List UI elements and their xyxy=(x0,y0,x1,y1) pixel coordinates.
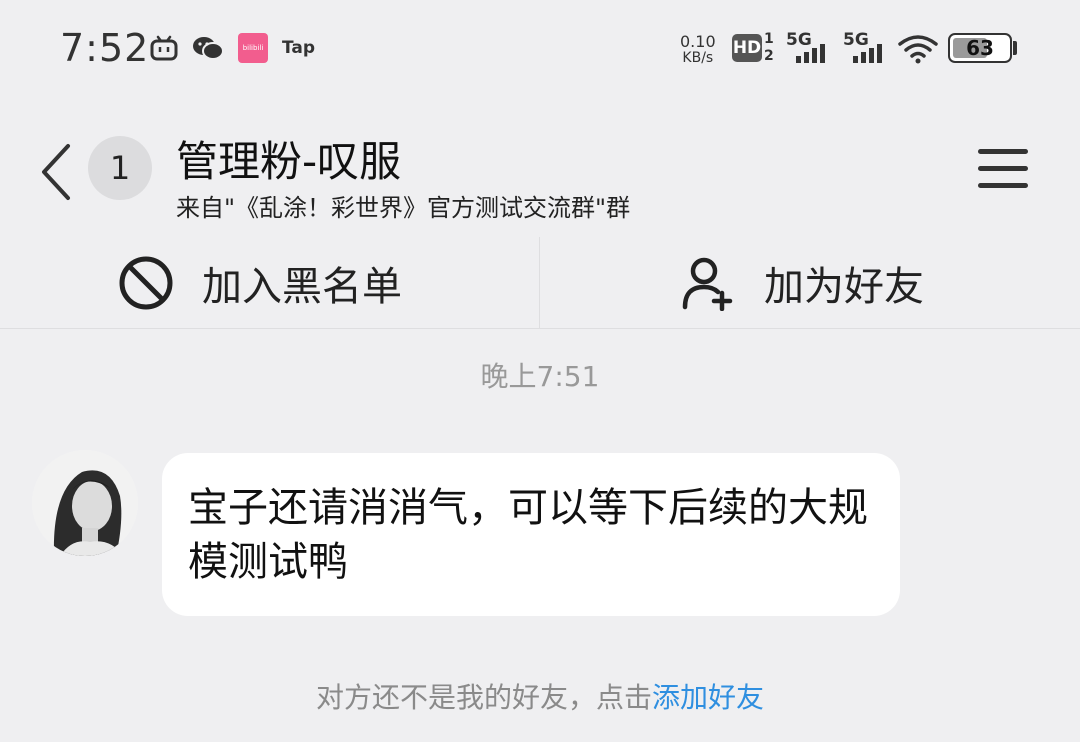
message-bubble[interactable]: 宝子还请消消气，可以等下后续的大规模测试鸭 xyxy=(162,453,900,616)
friend-notice: 对方还不是我的好友，点击添加好友 xyxy=(0,676,1080,716)
block-icon xyxy=(119,256,173,309)
network-speed: 0.10 KB/s xyxy=(680,32,716,67)
add-friend-link[interactable]: 添加好友 xyxy=(652,681,764,714)
chat-header: 1 管理粉-叹服 来自"《乱涂！彩世界》官方测试交流群"群 xyxy=(0,110,1080,235)
message-timestamp: 晚上7:51 xyxy=(480,360,600,393)
message-text: 宝子还请消消气，可以等下后续的大规模测试鸭 xyxy=(188,485,868,585)
add-friend-label: 加为好友 xyxy=(764,263,924,310)
block-button[interactable]: 加入黑名单 xyxy=(118,237,402,328)
wechat-icon xyxy=(192,30,224,66)
menu-button[interactable] xyxy=(978,146,1030,192)
block-label: 加入黑名单 xyxy=(202,263,402,310)
action-divider xyxy=(539,237,540,328)
network-speed-unit: KB/s xyxy=(682,50,714,66)
unread-count-badge[interactable]: 1 xyxy=(88,136,152,200)
stranger-action-bar: 加入黑名单 加为好友 xyxy=(0,237,1080,329)
chat-title: 管理粉-叹服 xyxy=(176,137,402,186)
friend-notice-text: 对方还不是我的好友，点击 xyxy=(315,681,652,714)
add-user-icon xyxy=(682,257,733,311)
battery-icon: 63 xyxy=(948,33,1012,63)
avatar[interactable] xyxy=(32,450,138,556)
taptap-label: Tap xyxy=(282,38,316,58)
wifi-icon xyxy=(898,34,938,68)
battery-tip xyxy=(1013,41,1017,55)
status-bar: 7:52 bilibili Tap 0.10 KB/s HD 1 2 5G 5G… xyxy=(0,0,1080,100)
network-speed-value: 0.10 xyxy=(680,32,716,51)
hd-sim1: 1 xyxy=(764,31,774,47)
avatar-image xyxy=(32,450,138,556)
menu-icon-line xyxy=(978,166,1028,171)
taptap-icon: Tap xyxy=(282,30,315,66)
signal-bars-icon xyxy=(853,44,882,63)
bilibili-logo-text: bilibili xyxy=(238,33,268,63)
bilibili-tv-icon xyxy=(150,30,178,66)
signal-bars-icon xyxy=(796,44,825,63)
chevron-left-icon xyxy=(42,144,70,200)
add-friend-button[interactable]: 加为好友 xyxy=(680,237,924,328)
chat-subtitle: 来自"《乱涂！彩世界》官方测试交流群"群 xyxy=(176,194,631,222)
back-button[interactable] xyxy=(38,140,78,204)
menu-icon-line xyxy=(978,149,1028,154)
menu-icon-line xyxy=(978,183,1028,188)
bilibili-icon: bilibili xyxy=(238,30,268,66)
battery-level: 63 xyxy=(966,36,994,60)
hd-label: HD xyxy=(732,34,762,62)
hd-sim2: 2 xyxy=(764,48,774,64)
status-time: 7:52 xyxy=(60,26,150,70)
